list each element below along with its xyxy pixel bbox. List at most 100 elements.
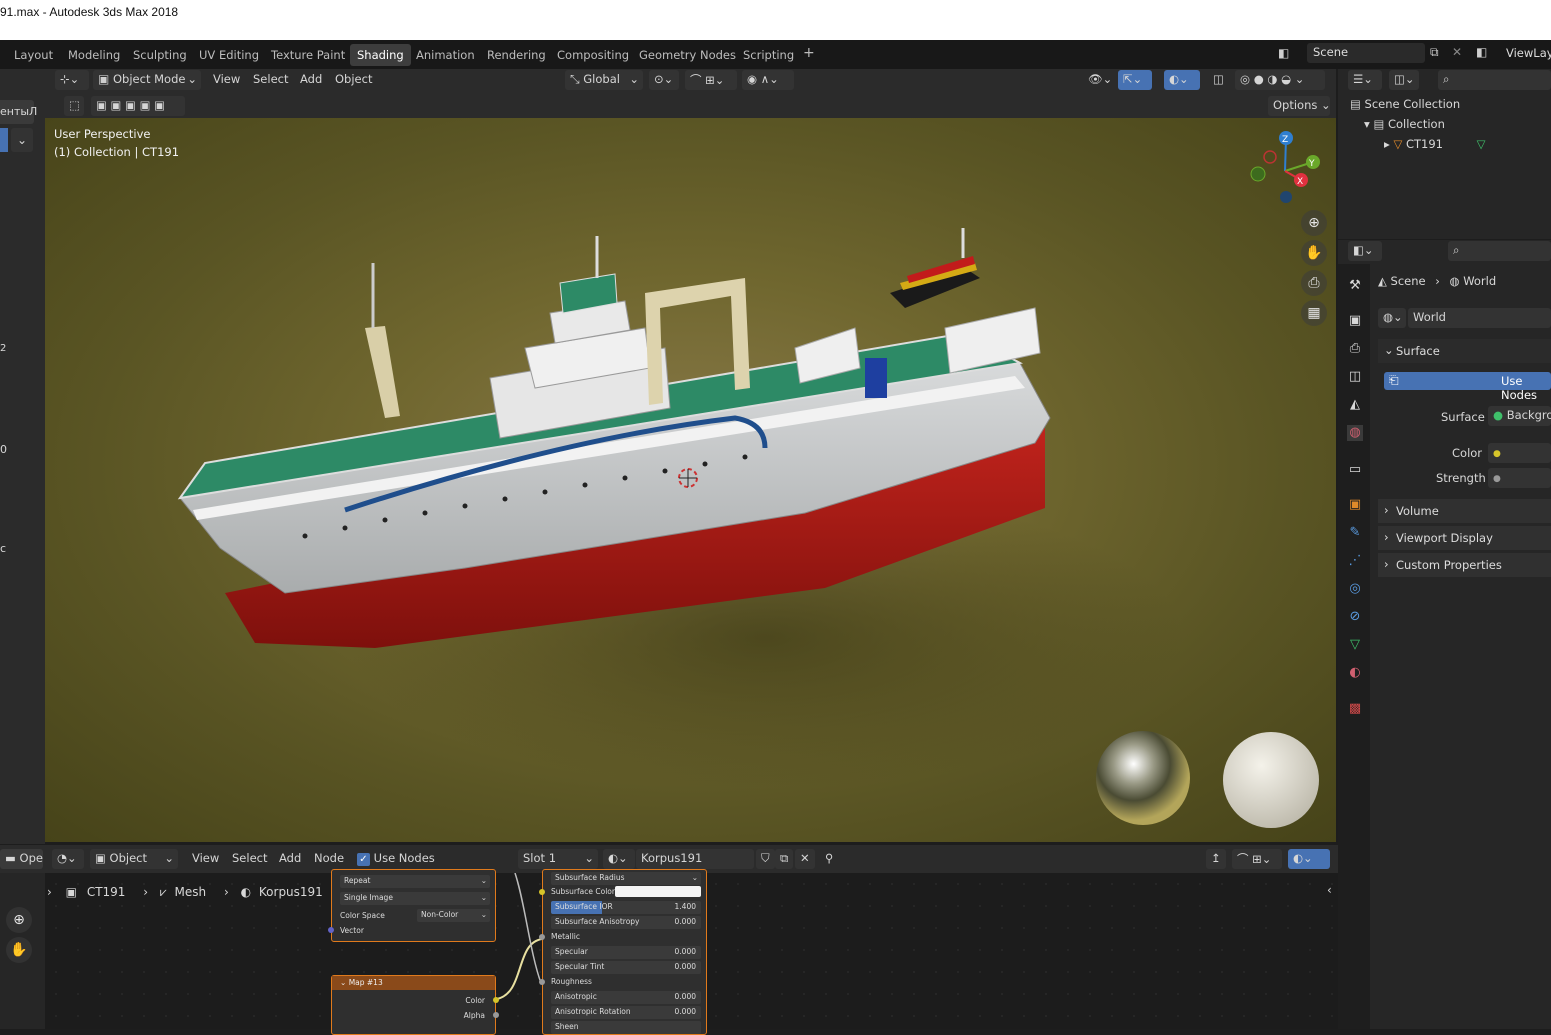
panel-viewport-display-header[interactable]: › Viewport Display [1378,526,1551,550]
view-layer-name[interactable]: ViewLay [1506,46,1551,60]
shading-mode-icons[interactable]: ◎ ● ◑ ◒ ⌄ [1235,70,1325,90]
world-icon[interactable]: ◍ [1347,425,1363,441]
specular-tint-field[interactable]: Specular Tint 0.000 [551,961,701,974]
output-icon[interactable]: ⎙ [1347,341,1363,357]
node-object-dropdown[interactable]: ▣ Object ⌄ [90,849,178,869]
scene-name-field[interactable]: Scene [1307,43,1425,63]
options-dropdown[interactable]: Options ⌄ [1268,96,1331,116]
alpha-output-socket[interactable] [493,1012,499,1018]
chevron-down-icon[interactable]: ⌄ [11,128,33,152]
select-tool-icon[interactable]: ⬚ [64,96,84,116]
panel-custom-properties-header[interactable]: › Custom Properties [1378,553,1551,577]
pan-hand-icon[interactable]: ✋ [6,937,32,963]
tab-animation[interactable]: Animation [416,48,475,62]
outliner-collection[interactable]: ▾ ▤ Collection [1364,117,1445,131]
file-browser-button[interactable]: ▬ Ope [0,849,43,869]
overlay-toggle-icon[interactable]: ◐⌄ [1164,70,1200,90]
mesh-data-icon[interactable]: ▽ [1347,637,1363,653]
outliner-object-row[interactable]: ▸ ▽ CT191 ▽ [1384,137,1485,151]
color-space-dropdown[interactable]: Non-Color ⌄ [417,909,490,922]
tab-scripting[interactable]: Scripting [743,48,794,62]
strength-field[interactable]: ● [1488,468,1551,488]
tab-compositing[interactable]: Compositing [557,48,629,62]
tab-geometry-nodes[interactable]: Geometry Nodes [639,48,736,62]
use-nodes-button[interactable]: ⎗ Use Nodes [1384,372,1551,402]
node-menu-view[interactable]: View [187,849,224,869]
map-13-node[interactable]: ⌄ Map #13 Color Alpha [331,975,499,1035]
color-field[interactable]: ● [1488,443,1551,463]
tab-rendering[interactable]: Rendering [487,48,546,62]
tab-modeling[interactable]: Modeling [68,48,120,62]
zoom-icon[interactable]: ⊕ [6,907,32,933]
menu-object[interactable]: Object [330,70,377,90]
node-menu-add[interactable]: Add [274,849,306,869]
add-workspace-button[interactable]: + [803,45,815,61]
anisotropic-field[interactable]: Anisotropic 0.000 [551,991,701,1004]
3d-viewport[interactable]: Z Y X ⊕ ✋ ⎙ ▦ [45,118,1336,842]
fake-user-shield-icon[interactable]: ⛉ [756,849,775,869]
parent-node-icon[interactable]: ↥ [1206,849,1226,869]
transform-orientation-dropdown[interactable]: ⤡ Global ⌄ [565,70,643,90]
physics-icon[interactable]: ◎ [1347,581,1363,597]
scene-icon[interactable]: ◭ [1347,397,1363,413]
roughness-socket[interactable] [539,979,545,985]
metallic-socket[interactable] [539,934,545,940]
panel-volume-header[interactable]: › Volume [1378,499,1551,523]
material-name-field[interactable]: Korpus191 [636,849,754,869]
panel-surface-header[interactable]: ⌄ Surface [1378,339,1551,363]
menu-add[interactable]: Add [295,70,327,90]
view-layer-icon[interactable]: ◫ [1347,369,1363,385]
xray-icon[interactable]: ◫ [1208,70,1229,90]
particles-icon[interactable]: ⋰ [1347,553,1363,569]
anisotropic-rotation-field[interactable]: Anisotropic Rotation 0.000 [551,1006,701,1019]
collection-icon[interactable]: ▭ [1347,462,1363,478]
modifier-wrench-icon[interactable]: ✎ [1347,525,1363,541]
outliner-scene-collection[interactable]: ▤ Scene Collection [1350,97,1460,111]
view-layer-browse-icon[interactable]: ◧ [1476,45,1487,59]
axis-gizmo[interactable]: Z Y X [1240,126,1330,216]
node-editor-canvas[interactable]: › ▣ CT191 › ⩗ Mesh › ◐ Korpus191 Repeat ⌄… [45,869,1338,1035]
tab-texture-paint[interactable]: Texture Paint [271,48,345,62]
extension-dropdown[interactable]: Repeat ⌄ [340,875,490,888]
world-browse-icon[interactable]: ◍⌄ [1378,308,1406,328]
display-mode-icon[interactable]: ◫⌄ [1389,70,1419,90]
menu-select[interactable]: Select [248,70,293,90]
visibility-icon[interactable]: 👁⌄ [1083,70,1117,90]
tool-icon[interactable]: ⚒ [1347,278,1363,294]
object-mode-dropdown[interactable]: ▣ Object Mode ⌄ [93,70,201,90]
surface-shader-field[interactable]: ● Backgro [1488,406,1551,426]
tab-sculpting[interactable]: Sculpting [133,48,187,62]
camera-icon[interactable]: ⎙ [1301,270,1327,296]
subsurface-color-socket[interactable] [539,889,545,895]
menu-view[interactable]: View [208,70,245,90]
slot-dropdown[interactable]: Slot 1 ⌄ [518,849,598,869]
pan-hand-icon[interactable]: ✋ [1301,240,1327,266]
specular-field[interactable]: Specular 0.000 [551,946,701,959]
use-nodes-checkbox[interactable]: ✓ Use Nodes [352,849,440,869]
unlink-material-icon[interactable]: ✕ [795,849,815,869]
subsurface-ior-field[interactable]: Subsurface IOR 1.400 [551,901,701,914]
outliner-search-input[interactable]: ⌕ [1438,70,1551,90]
properties-editor-icon[interactable]: ◧⌄ [1348,241,1382,261]
vector-socket[interactable] [328,927,334,933]
subsurface-radius-dropdown[interactable]: Subsurface Radius ⌄ [551,872,701,885]
tab-layout[interactable]: Layout [14,48,53,62]
projection-dropdown[interactable]: Single Image ⌄ [340,892,490,905]
render-icon[interactable]: ▣ [1347,313,1363,329]
node-menu-node[interactable]: Node [309,849,349,869]
principled-bsdf-node[interactable]: Subsurface Radius ⌄ Subsurface Color Subs… [539,869,707,1035]
duplicate-material-icon[interactable]: ⧉ [775,849,794,869]
subsurface-anisotropy-field[interactable]: Subsurface Anisotropy 0.000 [551,916,701,929]
image-texture-node[interactable]: Repeat ⌄ Single Image ⌄ Color Space Non-Co… [328,869,496,942]
new-scene-icon[interactable]: ⧉ [1430,45,1439,60]
pin-icon[interactable]: ⚲ [820,849,838,869]
node-menu-select[interactable]: Select [227,849,272,869]
subsurface-color-swatch[interactable] [615,886,701,897]
texture-icon[interactable]: ▩ [1347,701,1363,717]
editor-type-icon[interactable]: ⊹⌄ [55,70,89,90]
object-icon[interactable]: ▣ [1347,497,1363,513]
pivot-icon[interactable]: ⊙⌄ [649,70,679,90]
material-browse-icon[interactable]: ◐⌄ [603,849,635,869]
outliner-editor-icon[interactable]: ☰⌄ [1348,70,1382,90]
scene-browse-icon[interactable]: ◧ [1278,46,1289,60]
